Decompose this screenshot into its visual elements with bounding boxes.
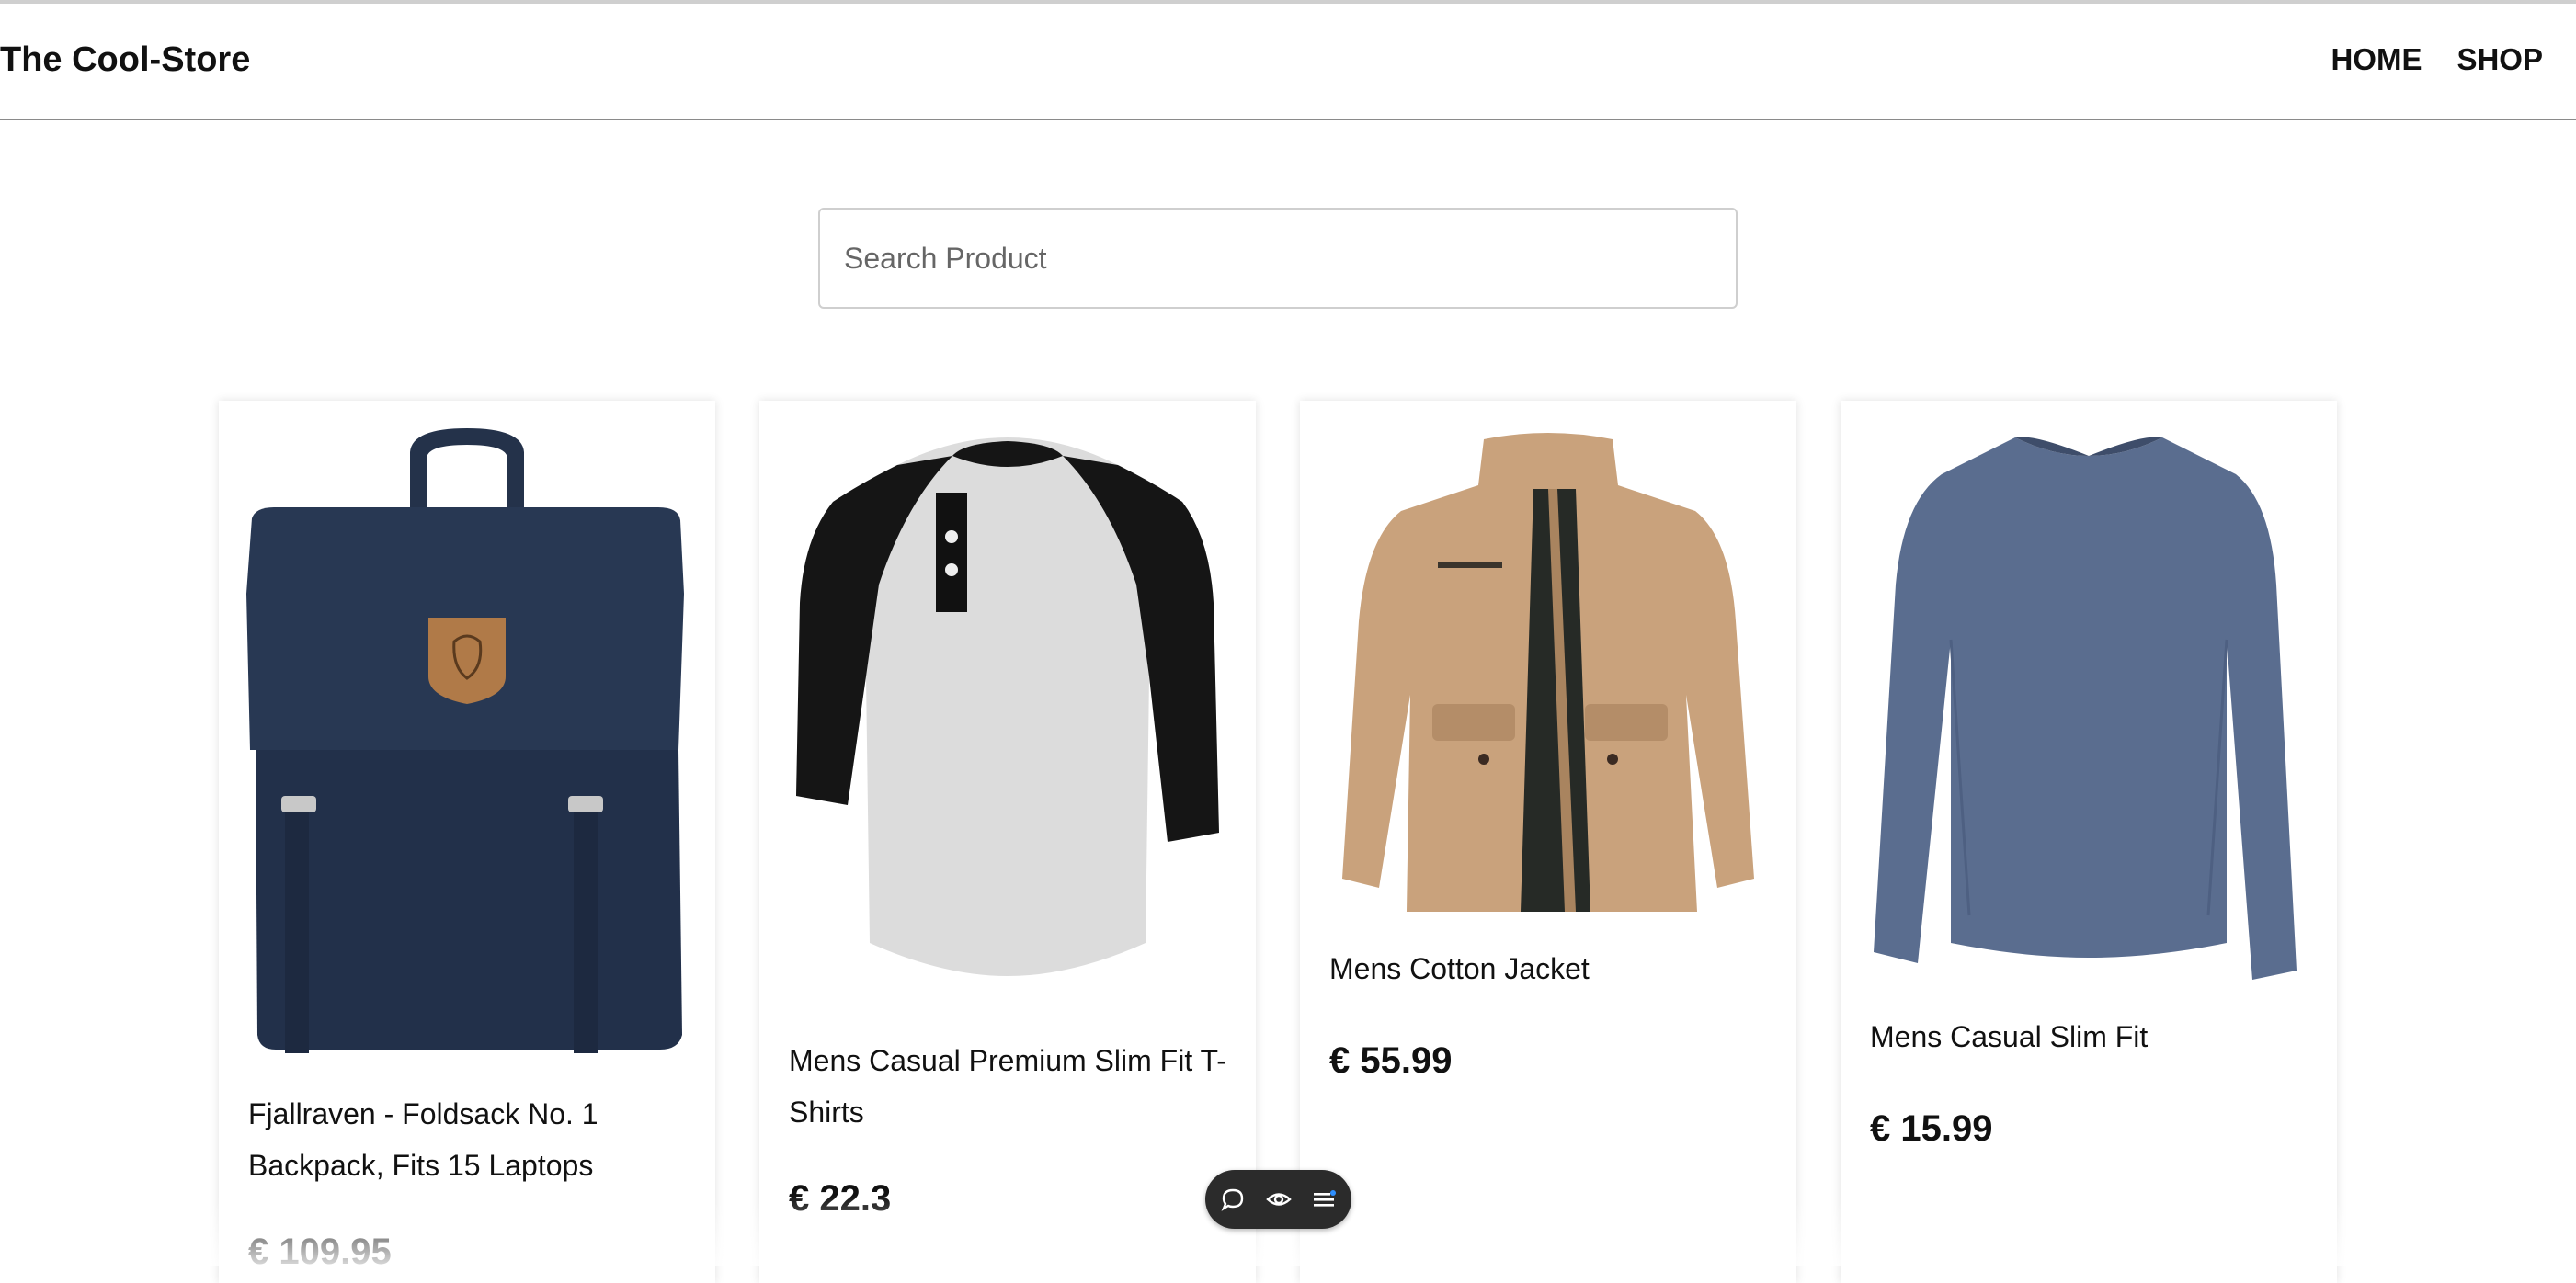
product-price: € 109.95 bbox=[248, 1232, 392, 1272]
product-card[interactable]: Fjallraven - Foldsack No. 1 Backpack, Fi… bbox=[219, 401, 715, 1283]
product-title[interactable]: Fjallraven - Foldsack No. 1 Backpack, Fi… bbox=[248, 1088, 686, 1191]
chat-icon[interactable] bbox=[1214, 1181, 1251, 1218]
product-price: € 22.3 bbox=[789, 1178, 892, 1219]
nav-shop-link[interactable]: SHOP bbox=[2456, 42, 2543, 77]
product-title[interactable]: Mens Casual Premium Slim Fit T-Shirts bbox=[789, 1035, 1226, 1138]
eye-icon[interactable] bbox=[1260, 1181, 1297, 1218]
brand-logo-text[interactable]: The Cool-Store bbox=[0, 40, 250, 80]
site-header: The Cool-Store HOME SHOP bbox=[0, 4, 2576, 120]
search-input[interactable] bbox=[820, 210, 1736, 307]
product-card[interactable]: Mens Casual Slim Fit € 15.99 bbox=[1841, 401, 2337, 1283]
main-nav: HOME SHOP bbox=[2331, 42, 2543, 77]
product-title[interactable]: Mens Cotton Jacket bbox=[1329, 943, 1767, 994]
product-image-longsleeve[interactable] bbox=[1841, 401, 2337, 989]
search-box bbox=[818, 208, 1738, 309]
product-image-tshirt[interactable] bbox=[759, 401, 1256, 1016]
product-card[interactable]: Mens Cotton Jacket € 55.99 bbox=[1300, 401, 1796, 1283]
menu-icon[interactable] bbox=[1305, 1181, 1342, 1218]
product-title[interactable]: Mens Casual Slim Fit bbox=[1870, 1011, 2308, 1062]
product-image-backpack[interactable] bbox=[219, 401, 715, 1062]
product-price: € 55.99 bbox=[1329, 1040, 1453, 1081]
nav-home-link[interactable]: HOME bbox=[2331, 42, 2422, 77]
product-card[interactable]: Mens Casual Premium Slim Fit T-Shirts € … bbox=[759, 401, 1256, 1283]
product-image-jacket[interactable] bbox=[1300, 401, 1796, 915]
floating-toolbar bbox=[1205, 1170, 1351, 1229]
product-price: € 15.99 bbox=[1870, 1108, 1993, 1149]
